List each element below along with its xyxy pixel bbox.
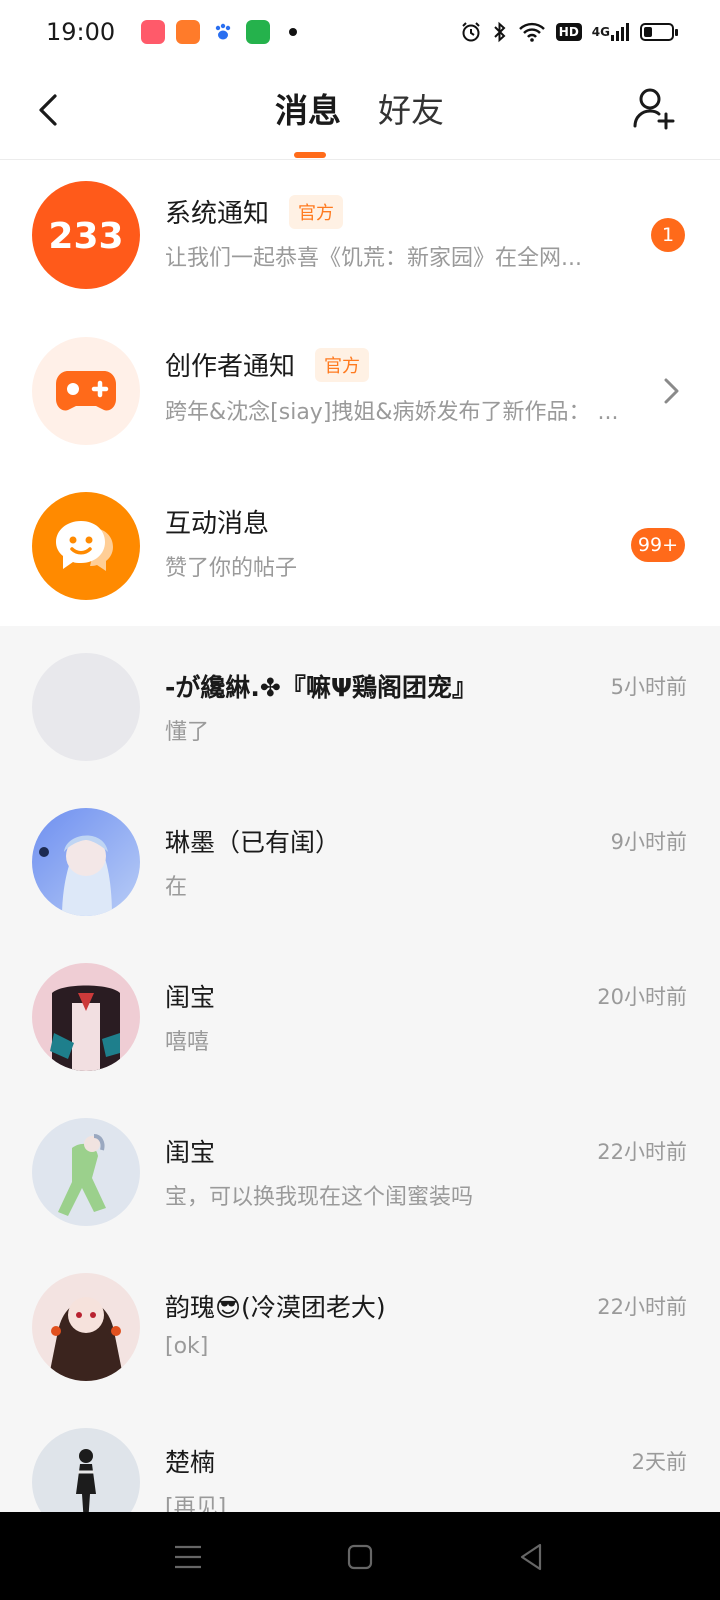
chat-row[interactable]: 琳墨（已有闺） 在 9小时前 [0, 781, 720, 936]
chat-row[interactable]: 韵瑰😎(冷漠团老大) [ok] 22小时前 [0, 1246, 720, 1401]
notification-app-icon [246, 20, 271, 44]
unread-badge: 1 [651, 218, 685, 252]
chat-row[interactable]: 闺宝 宝，可以换我现在这个闺蜜装吗 22小时前 [0, 1091, 720, 1246]
more-notifications-dot [289, 28, 298, 36]
top-navigation: 消息 好友 [0, 64, 720, 160]
chat-time: 20小时前 [597, 985, 687, 1009]
active-tab-indicator [294, 152, 326, 158]
chat-row[interactable]: 闺宝 嘻嘻 20小时前 [0, 936, 720, 1091]
chat-name: -が纔綝.✤『嘛Ψ鶏阁团宠』 [165, 673, 478, 702]
notification-app-icon [141, 20, 166, 44]
hd-voice-icon: HD [555, 23, 582, 41]
add-user-icon [633, 88, 675, 130]
chat-name: 楚楠 [165, 1448, 216, 1477]
system-navigation-bar [0, 1512, 720, 1600]
avatar [32, 653, 140, 761]
unread-badge: 99+ [630, 528, 685, 562]
status-bar: 19:00 HD 4G [0, 0, 720, 64]
chat-time: 22小时前 [597, 1140, 687, 1164]
battery-icon [640, 23, 678, 41]
back-button[interactable] [30, 90, 66, 130]
official-tag: 官方 [315, 348, 370, 382]
chat-time: 22小时前 [597, 1295, 687, 1319]
chevron-right-icon [664, 378, 679, 404]
chat-name: 闺宝 [165, 1138, 216, 1167]
row-subtitle: 赞了你的帖子 [165, 556, 298, 581]
chat-name: 琳墨（已有闺） [165, 828, 341, 857]
chat-bubble-icon [32, 492, 140, 600]
notification-app-icon [176, 20, 201, 44]
gamepad-icon [32, 337, 140, 445]
avatar [32, 1118, 140, 1226]
chat-time: 9小时前 [610, 830, 687, 854]
chat-preview: 嘻嘻 [165, 1030, 210, 1055]
alarm-icon [460, 21, 482, 43]
chat-preview: 宝，可以换我现在这个闺蜜装吗 [165, 1185, 474, 1210]
battery-level [644, 27, 652, 37]
avatar [32, 963, 140, 1071]
row-title: 系统通知 官方 [165, 193, 344, 230]
svg-text:233: 233 [48, 216, 123, 255]
official-notifications: 233 系统通知 官方 让我们一起恭喜《饥荒：新家园》在全网... 1 创作者通知… [0, 160, 720, 626]
official-tag: 官方 [289, 195, 344, 229]
creator-notice-row[interactable]: 创作者通知 官方 跨年&沈念[siay]拽姐&病娇发布了新作品： ... [0, 315, 720, 470]
home-button[interactable] [343, 1540, 377, 1574]
tab-messages[interactable]: 消息 [275, 88, 341, 134]
avatar [32, 808, 140, 916]
cellular-signal-icon: 4G [592, 22, 630, 42]
network-type-label: 4G [591, 25, 610, 39]
tab-friends[interactable]: 好友 [378, 88, 444, 134]
chat-time: 2天前 [631, 1450, 687, 1474]
chat-preview: [ok] [165, 1334, 209, 1359]
chat-preview: 懂了 [165, 720, 210, 745]
row-title-text: 创作者通知 [165, 352, 296, 382]
interaction-messages-row[interactable]: 互动消息 赞了你的帖子 99+ [0, 470, 720, 625]
row-subtitle: 让我们一起恭喜《饥荒：新家园》在全网... [165, 246, 582, 271]
system-notice-row[interactable]: 233 系统通知 官方 让我们一起恭喜《饥荒：新家园》在全网... 1 [0, 160, 720, 315]
chat-time: 5小时前 [610, 675, 687, 699]
baidu-paw-icon [211, 20, 236, 44]
back-nav-button[interactable] [514, 1540, 548, 1574]
wifi-icon [518, 21, 546, 43]
chat-name: 闺宝 [165, 983, 216, 1012]
chat-preview: 在 [165, 875, 188, 900]
233-logo-icon: 233 [32, 181, 140, 289]
bluetooth-icon [492, 21, 508, 43]
row-subtitle: 跨年&沈念[siay]拽姐&病娇发布了新作品： ... [165, 400, 619, 425]
recent-apps-button[interactable] [171, 1540, 205, 1574]
add-friend-button[interactable] [630, 84, 680, 134]
status-time: 19:00 [46, 18, 116, 46]
row-title: 创作者通知 官方 [165, 346, 370, 383]
row-title-text: 系统通知 [165, 199, 270, 229]
chat-name: 韵瑰😎(冷漠团老大) [165, 1293, 386, 1322]
chat-row[interactable]: -が纔綝.✤『嘛Ψ鶏阁团宠』 懂了 5小时前 [0, 626, 720, 781]
avatar [32, 1273, 140, 1381]
chevron-left-icon [39, 94, 57, 126]
row-title: 互动消息 [165, 509, 270, 539]
